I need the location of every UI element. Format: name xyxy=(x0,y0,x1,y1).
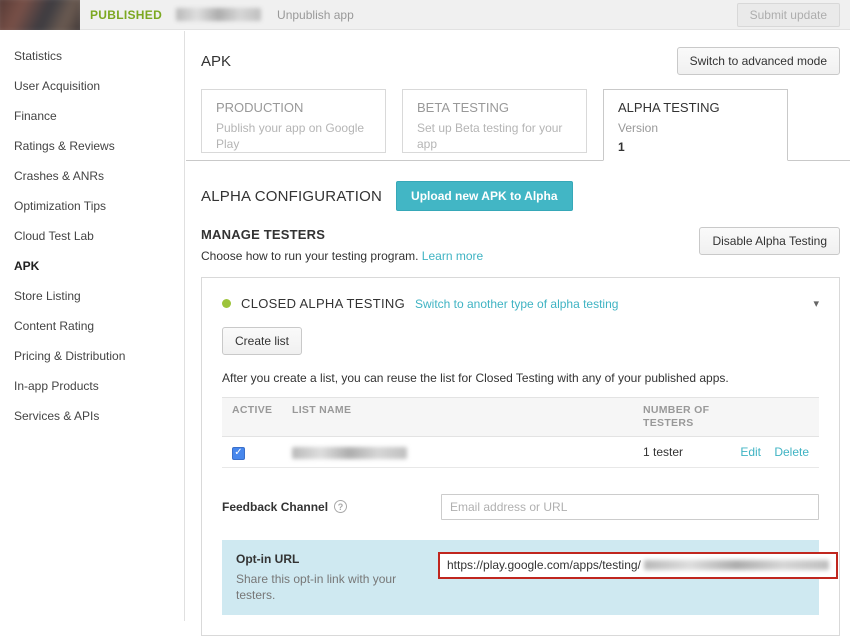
column-header-number-of-testers: NUMBER OF TESTERS xyxy=(643,404,713,430)
feedback-channel-row: Feedback Channel ? xyxy=(222,494,819,520)
switch-advanced-mode-button[interactable]: Switch to advanced mode xyxy=(677,47,840,75)
opt-in-url-field[interactable]: https://play.google.com/apps/testing/ xyxy=(438,552,838,579)
sidebar-item-statistics[interactable]: Statistics xyxy=(0,41,184,71)
disable-alpha-testing-button[interactable]: Disable Alpha Testing xyxy=(699,227,840,255)
manage-testers-heading: MANAGE TESTERS xyxy=(201,227,483,242)
tab-beta-testing[interactable]: BETA TESTING Set up Beta testing for you… xyxy=(402,89,587,153)
tab-alpha-title: ALPHA TESTING xyxy=(618,100,773,115)
closed-alpha-testing-title: CLOSED ALPHA TESTING xyxy=(241,296,405,311)
app-icon-image xyxy=(0,0,80,30)
opt-in-url-description: Share this opt-in link with your testers… xyxy=(236,571,411,603)
learn-more-link[interactable]: Learn more xyxy=(422,249,483,263)
testers-count: 1 tester xyxy=(643,445,713,459)
sidebar-item-apk[interactable]: APK xyxy=(0,251,184,281)
checkmark-icon: ✓ xyxy=(234,448,242,458)
edit-list-link[interactable]: Edit xyxy=(740,445,761,459)
app-icon xyxy=(0,0,80,30)
table-header-row: ACTIVE LIST NAME NUMBER OF TESTERS xyxy=(222,397,819,437)
upload-new-apk-alpha-button[interactable]: Upload new APK to Alpha xyxy=(396,181,572,211)
create-list-button[interactable]: Create list xyxy=(222,327,302,355)
sidebar-item-store-listing[interactable]: Store Listing xyxy=(0,281,184,311)
submit-update-button[interactable]: Submit update xyxy=(737,3,840,27)
sidebar-item-services-apis[interactable]: Services & APIs xyxy=(0,401,184,431)
tab-production[interactable]: PRODUCTION Publish your app on Google Pl… xyxy=(201,89,386,153)
opt-in-url-section: Opt-in URL Share this opt-in link with y… xyxy=(222,540,819,615)
sidebar-item-ratings-reviews[interactable]: Ratings & Reviews xyxy=(0,131,184,161)
published-status-badge: PUBLISHED xyxy=(90,8,162,22)
tab-beta-title: BETA TESTING xyxy=(417,100,572,115)
opt-in-url-value: https://play.google.com/apps/testing/ xyxy=(447,558,641,572)
sidebar-item-content-rating[interactable]: Content Rating xyxy=(0,311,184,341)
opt-in-label-group: Opt-in URL Share this opt-in link with y… xyxy=(236,552,438,603)
topbar: PUBLISHED Unpublish app Submit update xyxy=(0,0,850,30)
tab-alpha-testing[interactable]: ALPHA TESTING Version 1 xyxy=(603,89,788,161)
sidebar-item-optimization-tips[interactable]: Optimization Tips xyxy=(0,191,184,221)
chevron-down-icon[interactable]: ▾ xyxy=(813,297,819,310)
tab-alpha-version-label: Version xyxy=(618,121,773,137)
app-name-redacted xyxy=(176,8,261,21)
opt-in-url-label: Opt-in URL xyxy=(236,552,438,566)
column-header-spacer xyxy=(761,404,809,430)
sidebar-item-in-app-products[interactable]: In-app Products xyxy=(0,371,184,401)
list-active-checkbox[interactable]: ✓ xyxy=(232,447,245,460)
sidebar-item-user-acquisition[interactable]: User Acquisition xyxy=(0,71,184,101)
sidebar-item-crashes-anrs[interactable]: Crashes & ANRs xyxy=(0,161,184,191)
closed-alpha-testing-panel: CLOSED ALPHA TESTING Switch to another t… xyxy=(201,277,840,636)
tab-beta-subtitle: Set up Beta testing for your app xyxy=(417,121,572,152)
feedback-channel-input[interactable] xyxy=(441,494,819,520)
reuse-list-note: After you create a list, you can reuse t… xyxy=(222,371,819,385)
tab-production-title: PRODUCTION xyxy=(216,100,371,115)
apk-page: APK Switch to advanced mode PRODUCTION P… xyxy=(186,31,850,621)
tab-production-subtitle: Publish your app on Google Play xyxy=(216,121,371,152)
page-title: APK xyxy=(201,53,231,70)
switch-alpha-type-link[interactable]: Switch to another type of alpha testing xyxy=(415,297,618,311)
manage-testers-row: MANAGE TESTERS Choose how to run your te… xyxy=(201,227,840,263)
column-header-list-name: LIST NAME xyxy=(292,404,643,430)
column-header-active: ACTIVE xyxy=(232,404,292,430)
help-icon[interactable]: ? xyxy=(334,500,347,513)
unpublish-app-link[interactable]: Unpublish app xyxy=(277,8,354,22)
sidebar-item-cloud-test-lab[interactable]: Cloud Test Lab xyxy=(0,221,184,251)
opt-in-url-redacted xyxy=(644,560,829,570)
feedback-channel-label-group: Feedback Channel ? xyxy=(222,500,441,514)
panel-header: CLOSED ALPHA TESTING Switch to another t… xyxy=(222,296,819,311)
apk-track-tabs: PRODUCTION Publish your app on Google Pl… xyxy=(186,89,850,161)
delete-list-link[interactable]: Delete xyxy=(774,445,809,459)
manage-testers-info: MANAGE TESTERS Choose how to run your te… xyxy=(201,227,483,263)
tester-lists-table: ACTIVE LIST NAME NUMBER OF TESTERS ✓ 1 t… xyxy=(222,397,819,468)
sidebar: Statistics User Acquisition Finance Rati… xyxy=(0,31,185,621)
list-name-redacted xyxy=(292,447,407,459)
active-status-dot-icon xyxy=(222,299,231,308)
opt-in-field-wrap: https://play.google.com/apps/testing/ xyxy=(438,552,844,579)
tab-alpha-version-value: 1 xyxy=(618,140,773,154)
feedback-channel-label: Feedback Channel xyxy=(222,500,328,514)
page-header: APK Switch to advanced mode xyxy=(201,47,840,75)
table-row: ✓ 1 tester Edit Delete xyxy=(222,437,819,468)
manage-testers-description: Choose how to run your testing program. xyxy=(201,249,418,263)
alpha-configuration-heading: ALPHA CONFIGURATION xyxy=(201,188,382,205)
sidebar-item-pricing-distribution[interactable]: Pricing & Distribution xyxy=(0,341,184,371)
sidebar-item-finance[interactable]: Finance xyxy=(0,101,184,131)
column-header-spacer xyxy=(713,404,761,430)
alpha-configuration-row: ALPHA CONFIGURATION Upload new APK to Al… xyxy=(201,181,840,211)
